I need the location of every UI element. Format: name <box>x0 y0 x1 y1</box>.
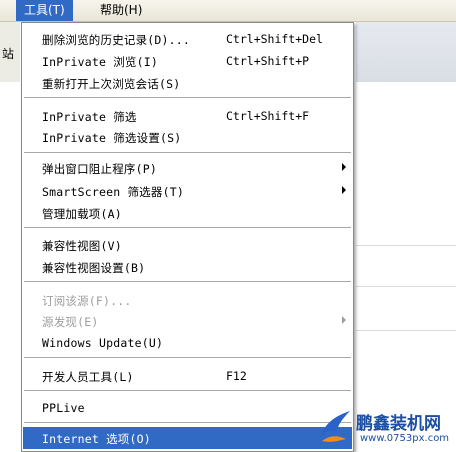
menu-separator <box>24 227 351 229</box>
watermark-url: www.0753px.com <box>360 433 450 444</box>
submenu-arrow-icon <box>342 163 346 171</box>
menu-item-label: 订阅该源(F)... <box>42 294 132 308</box>
menu-separator <box>24 281 351 283</box>
bird-logo-icon <box>320 411 350 442</box>
menu-item-feed-discovery[interactable]: 源发现(E) <box>23 310 352 332</box>
menu-item-developer-tools[interactable]: 开发人员工具(L) F12 <box>23 365 352 387</box>
tools-dropdown-menu: 删除浏览的历史记录(D)... Ctrl+Shift+Del InPrivate… <box>21 22 354 452</box>
menu-item-inprivate-browsing[interactable]: InPrivate 浏览(I) Ctrl+Shift+P <box>23 50 352 72</box>
menu-item-label: 开发人员工具(L) <box>42 370 134 384</box>
menu-item-shortcut: Ctrl+Shift+F <box>226 109 310 123</box>
menu-item-label: 兼容性视图(V) <box>42 239 122 253</box>
menu-item-compatibility-view[interactable]: 兼容性视图(V) <box>23 234 352 256</box>
menu-item-label: 管理加载项(A) <box>42 207 122 221</box>
menu-item-label: 弹出窗口阻止程序(P) <box>42 162 157 176</box>
menu-item-label: InPrivate 浏览(I) <box>42 55 159 69</box>
background-text-fragment: 站 <box>2 47 15 61</box>
menu-item-shortcut: Ctrl+Shift+Del <box>226 32 323 46</box>
menu-item-subscribe-feed[interactable]: 订阅该源(F)... <box>23 289 352 311</box>
menu-item-inprivate-filtering-settings[interactable]: InPrivate 筛选设置(S) <box>23 126 352 148</box>
menu-separator <box>24 152 351 154</box>
menu-item-windows-update[interactable]: Windows Update(U) <box>23 332 352 354</box>
menu-item-label: 兼容性视图设置(B) <box>42 261 146 275</box>
menu-item-label: InPrivate 筛选设置(S) <box>42 131 182 145</box>
menu-separator <box>24 422 351 424</box>
submenu-arrow-icon <box>342 186 346 194</box>
menu-item-label: Windows Update(U) <box>42 336 164 350</box>
menu-item-label: 源发现(E) <box>42 315 99 329</box>
menu-item-label: PPLive <box>42 401 85 415</box>
menu-item-manage-addons[interactable]: 管理加载项(A) <box>23 202 352 224</box>
menu-separator <box>24 97 351 99</box>
menu-item-reopen-session[interactable]: 重新打开上次浏览会话(S) <box>23 72 352 94</box>
menu-item-label: 删除浏览的历史记录(D)... <box>42 33 191 47</box>
menu-item-label: InPrivate 筛选 <box>42 110 137 124</box>
watermark-name: 鹏鑫装机网 <box>356 414 441 434</box>
menu-separator <box>24 390 351 392</box>
menu-item-internet-options[interactable]: Internet 选项(O) <box>23 427 352 449</box>
menu-tools[interactable]: 工具(T) <box>16 0 73 21</box>
background-divider <box>356 245 456 246</box>
menu-item-label: 重新打开上次浏览会话(S) <box>42 77 181 91</box>
menu-item-inprivate-filtering[interactable]: InPrivate 筛选 Ctrl+Shift+F <box>23 105 352 127</box>
browser-menu-bar: 工具(T) 帮助(H) <box>0 0 456 22</box>
menu-item-compatibility-view-settings[interactable]: 兼容性视图设置(B) <box>23 256 352 278</box>
menu-item-smartscreen-filter[interactable]: SmartScreen 筛选器(T) <box>23 180 352 202</box>
menu-item-pplive[interactable]: PPLive <box>23 397 352 419</box>
menu-item-shortcut: F12 <box>226 369 247 383</box>
menu-help[interactable]: 帮助(H) <box>92 0 150 21</box>
menu-item-popup-blocker[interactable]: 弹出窗口阻止程序(P) <box>23 157 352 179</box>
menu-item-shortcut: Ctrl+Shift+P <box>226 54 310 68</box>
background-toolbar-right <box>356 22 456 82</box>
menu-item-label: Internet 选项(O) <box>42 432 151 446</box>
menu-separator <box>24 357 351 359</box>
menu-item-delete-history[interactable]: 删除浏览的历史记录(D)... Ctrl+Shift+Del <box>23 28 352 50</box>
submenu-arrow-icon <box>342 316 346 324</box>
background-divider <box>356 330 456 331</box>
background-divider <box>356 286 456 287</box>
menu-item-label: SmartScreen 筛选器(T) <box>42 185 184 199</box>
site-watermark: 鹏鑫装机网 www.0753px.com <box>314 403 456 452</box>
